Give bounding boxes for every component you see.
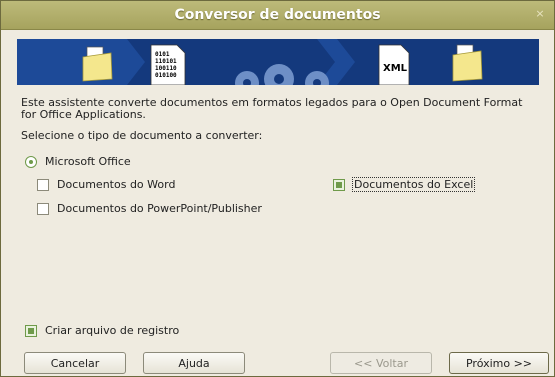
binary-line: 0101: [155, 51, 170, 58]
next-button[interactable]: Próximo >>: [449, 352, 549, 374]
converter-window: Conversor de documentos × 0101 110101 10…: [0, 0, 555, 377]
checkbox-unchecked-icon: [37, 178, 49, 191]
gears-icon: [235, 64, 329, 85]
excel-documents-checkbox[interactable]: Documentos do Excel: [333, 177, 476, 192]
powerpoint-documents-label: Documentos do PowerPoint/Publisher: [57, 202, 262, 215]
binary-line: 010100: [155, 72, 177, 79]
word-documents-label: Documentos do Word: [57, 178, 176, 191]
intro-text: Este assistente converte documentos em f…: [21, 96, 523, 121]
word-documents-checkbox[interactable]: Documentos do Word: [37, 178, 175, 191]
xml-document-icon: XML: [378, 44, 410, 85]
powerpoint-documents-checkbox[interactable]: Documentos do PowerPoint/Publisher: [37, 202, 262, 215]
excel-documents-label: Documentos do Excel: [351, 177, 476, 192]
binary-document-icon: 0101 110101 100110 010100: [150, 44, 186, 85]
checkbox-checked-icon: [25, 324, 37, 337]
close-icon[interactable]: ×: [534, 8, 546, 20]
folder-icon: [452, 44, 483, 82]
wizard-banner: 0101 110101 100110 010100 XML: [17, 39, 539, 85]
create-log-label: Criar arquivo de registro: [45, 324, 180, 337]
choose-type-label: Selecione o tipo de documento a converte…: [21, 129, 263, 142]
cancel-button[interactable]: Cancelar: [24, 352, 126, 374]
help-button[interactable]: Ajuda: [143, 352, 245, 374]
binary-line: 110101: [155, 58, 177, 65]
title-bar[interactable]: Conversor de documentos ×: [1, 1, 554, 30]
xml-label: XML: [383, 63, 408, 74]
back-button[interactable]: << Voltar: [330, 352, 432, 374]
radio-selected-icon: [25, 155, 37, 168]
microsoft-office-radio[interactable]: Microsoft Office: [25, 155, 131, 168]
microsoft-office-label: Microsoft Office: [45, 155, 131, 168]
binary-line: 100110: [155, 65, 177, 72]
checkbox-checked-icon: [333, 178, 345, 191]
create-log-checkbox[interactable]: Criar arquivo de registro: [25, 324, 179, 337]
window-title: Conversor de documentos: [174, 7, 381, 23]
checkbox-unchecked-icon: [37, 202, 49, 215]
